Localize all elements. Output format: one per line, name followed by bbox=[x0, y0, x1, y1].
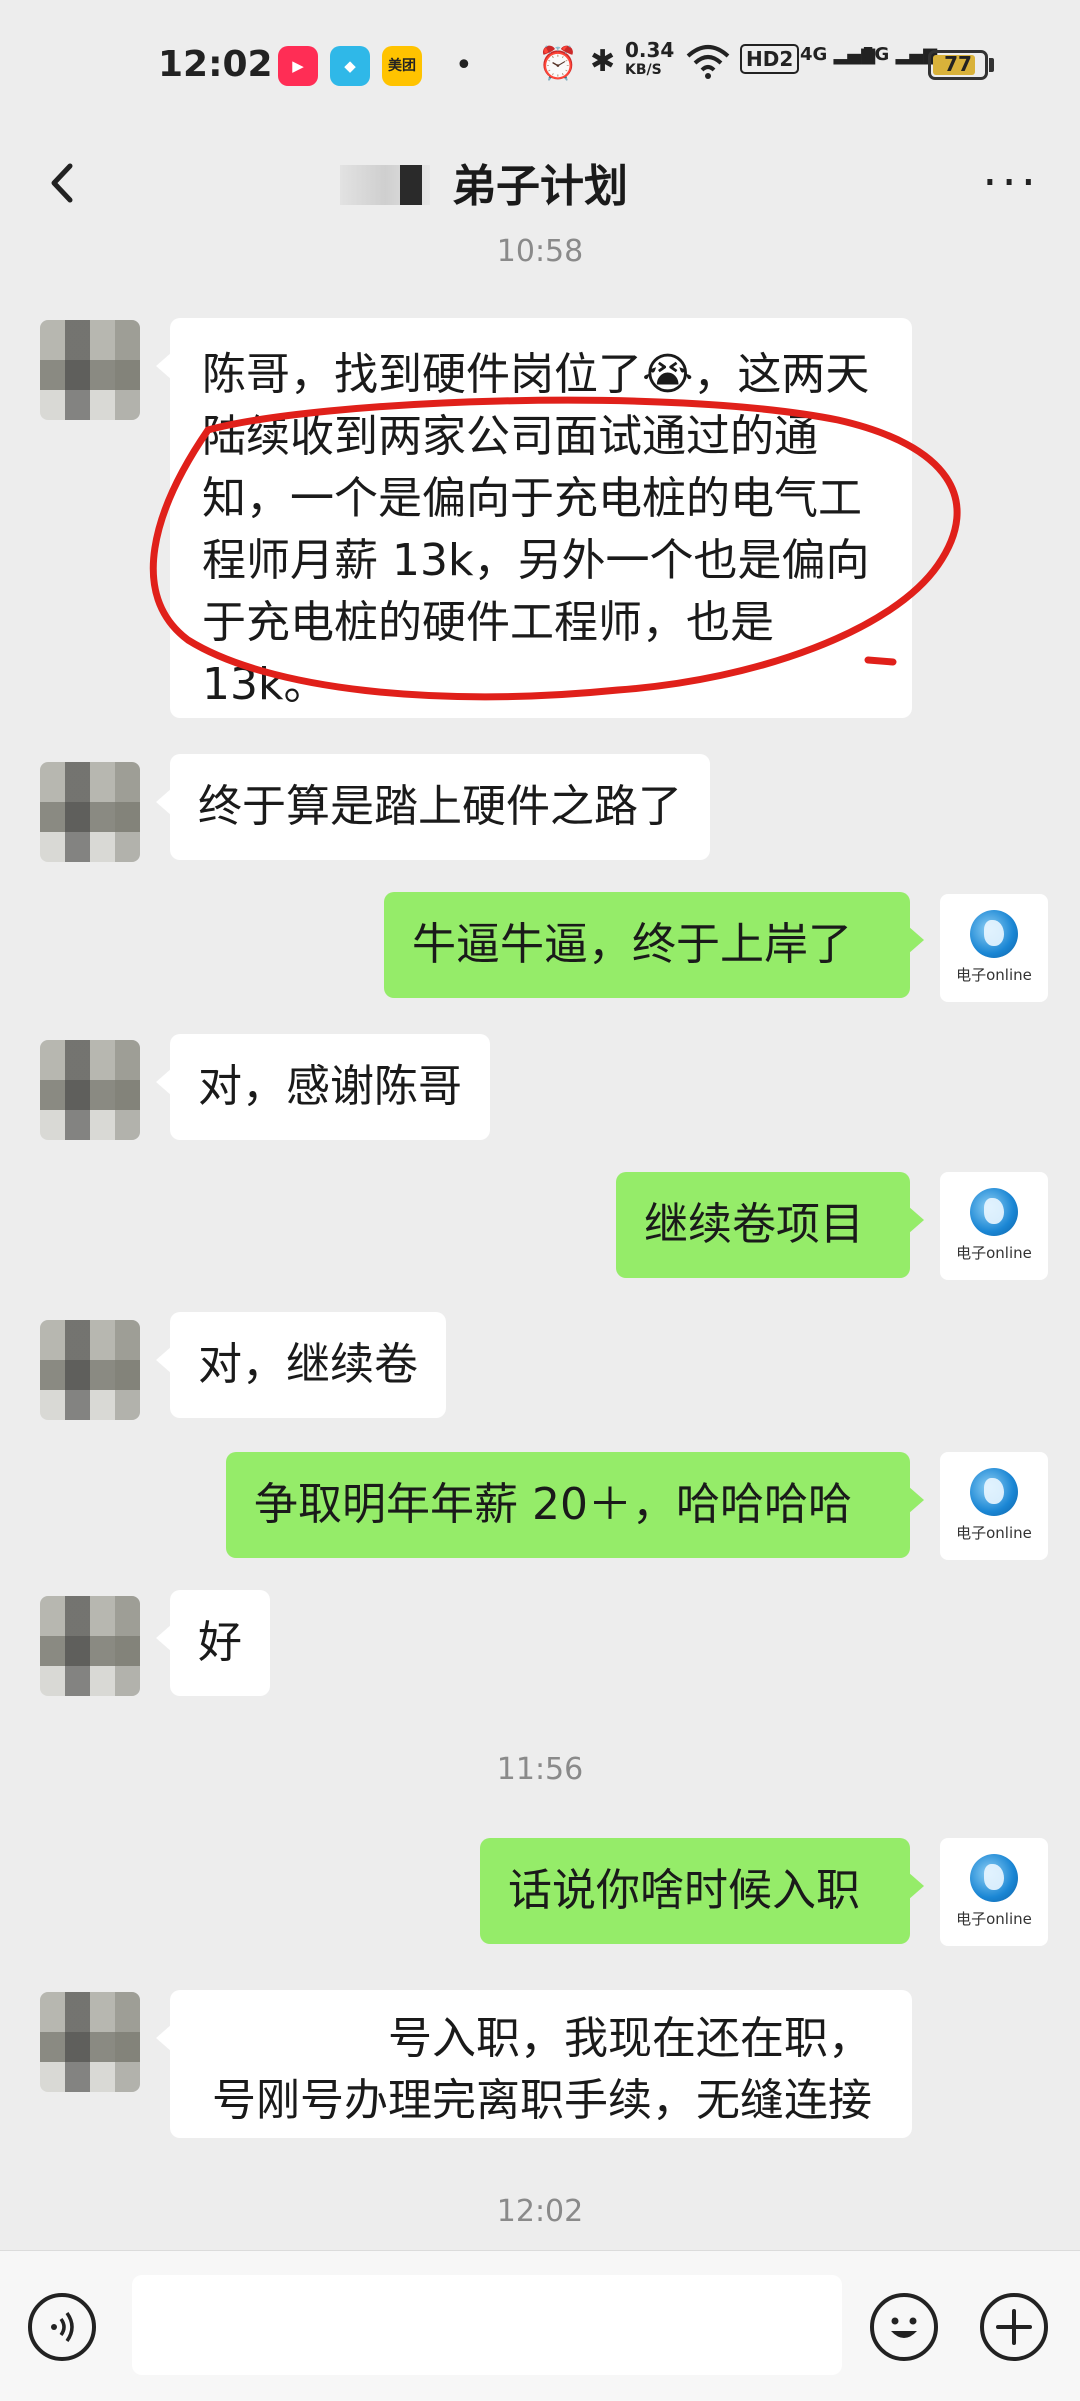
message-bubble[interactable]: 好 bbox=[156, 1590, 270, 1696]
bluetooth-icon: ✱ bbox=[590, 44, 616, 79]
contact-avatar[interactable] bbox=[40, 1596, 140, 1696]
message-line: 号刚号办理完离职手续，无缝连接 bbox=[212, 2075, 872, 2126]
message-line: 程师月薪 13k，另外一个也是偏向 bbox=[202, 535, 870, 586]
plus-icon[interactable] bbox=[980, 2293, 1048, 2361]
self-avatar[interactable]: 电子online bbox=[940, 1838, 1048, 1946]
battery-icon: 77 bbox=[928, 50, 988, 80]
contact-avatar[interactable] bbox=[40, 762, 140, 862]
message-bubble[interactable]: 号入职，我现在还在职， 号刚号办理完离职手续，无缝连接 bbox=[156, 1990, 912, 2138]
message-bubble-self[interactable]: 继续卷项目 bbox=[616, 1172, 924, 1278]
status-bar: 12:02 ▶ ◆ 美团 • ⏰ ✱ 0.34 KB/S HD2 4G ▂▄▆ … bbox=[0, 0, 1080, 130]
message-bubble[interactable]: 陈哥，找到硬件岗位了😭，这两天 陆续收到两家公司面试通过的通 知，一个是偏向于充… bbox=[156, 318, 912, 718]
chat-header: 弟子计划 ··· bbox=[0, 130, 1080, 240]
hd-badge: HD2 bbox=[740, 44, 800, 74]
timestamp: 10:58 bbox=[496, 234, 584, 269]
self-avatar[interactable]: 电子online bbox=[940, 1172, 1048, 1280]
globe-icon bbox=[970, 910, 1018, 958]
app-icon: ◆ bbox=[330, 46, 370, 86]
message-line: 知，一个是偏向于充电桩的电气工 bbox=[202, 473, 862, 524]
signal-5g: 5G ▂▄▆ bbox=[862, 44, 938, 65]
input-bar bbox=[0, 2250, 1080, 2401]
message-line: 陆续收到两家公司面试通过的通 bbox=[202, 411, 818, 462]
voice-icon[interactable] bbox=[28, 2293, 96, 2361]
chat-title: 弟子计划 bbox=[452, 161, 628, 212]
contact-avatar[interactable] bbox=[40, 1040, 140, 1140]
message-line: 号入职，我现在还在职， bbox=[388, 2013, 872, 2064]
message-input[interactable] bbox=[132, 2275, 842, 2375]
message-bubble-self[interactable]: 话说你啥时候入职 bbox=[480, 1838, 924, 1944]
status-time: 12:02 bbox=[158, 44, 273, 85]
message-bubble[interactable]: 终于算是踏上硬件之路了 bbox=[156, 754, 710, 860]
message-line: 于充电桩的硬件工程师，也是 bbox=[202, 597, 774, 648]
self-avatar[interactable]: 电子online bbox=[940, 894, 1048, 1002]
timestamp: 12:02 bbox=[496, 2194, 584, 2229]
notification-dot-icon: • bbox=[455, 48, 473, 83]
message-line: 陈哥，找到硬件岗位了😭，这两天 bbox=[202, 349, 870, 400]
video-app-icon: ▶ bbox=[278, 46, 318, 86]
more-icon[interactable]: ··· bbox=[982, 159, 1040, 207]
message-bubble[interactable]: 对，继续卷 bbox=[156, 1312, 446, 1418]
contact-avatar[interactable] bbox=[40, 320, 140, 420]
globe-icon bbox=[970, 1468, 1018, 1516]
net-speed: 0.34 KB/S bbox=[625, 38, 675, 78]
message-line: 13k。 bbox=[202, 659, 328, 710]
globe-icon bbox=[970, 1188, 1018, 1236]
globe-icon bbox=[970, 1854, 1018, 1902]
alarm-icon: ⏰ bbox=[538, 44, 578, 82]
meituan-icon: 美团 bbox=[382, 46, 422, 86]
timestamp: 11:56 bbox=[496, 1752, 584, 1787]
emoji-icon[interactable] bbox=[870, 2293, 938, 2361]
contact-avatar[interactable] bbox=[40, 1992, 140, 2092]
battery-tip bbox=[989, 58, 994, 72]
message-bubble-self[interactable]: 牛逼牛逼，终于上岸了 bbox=[384, 892, 924, 998]
contact-avatar[interactable] bbox=[40, 1320, 140, 1420]
message-bubble-self[interactable]: 争取明年年薪 20＋，哈哈哈哈 bbox=[226, 1452, 924, 1558]
message-bubble[interactable]: 对，感谢陈哥 bbox=[156, 1034, 490, 1140]
wifi-icon bbox=[686, 44, 730, 87]
self-avatar[interactable]: 电子online bbox=[940, 1452, 1048, 1560]
